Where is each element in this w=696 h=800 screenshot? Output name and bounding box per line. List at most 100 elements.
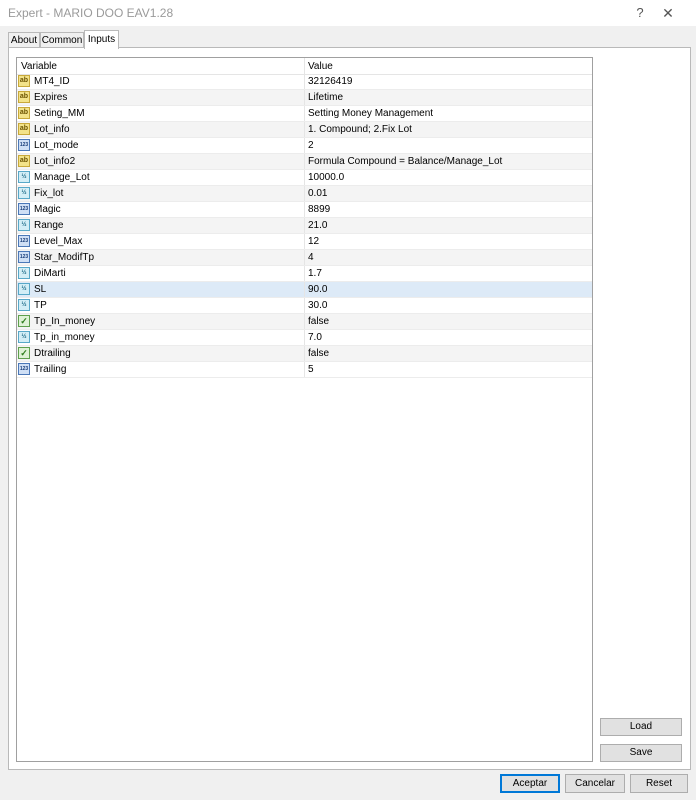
cell-divider [304, 106, 305, 121]
table-row[interactable]: 123 Level_Max 12 [17, 234, 592, 250]
table-row[interactable]: ½ Tp_in_money 7.0 [17, 330, 592, 346]
variable-name-cell: MT4_ID [34, 76, 70, 87]
cell-divider [304, 138, 305, 153]
double-icon: ½ [18, 267, 30, 279]
reset-button[interactable]: Reset [630, 774, 688, 793]
tab-common[interactable]: Common [40, 32, 84, 48]
value-cell[interactable]: Setting Money Management [308, 108, 433, 119]
load-button[interactable]: Load [600, 718, 682, 736]
value-cell[interactable]: 90.0 [308, 284, 327, 295]
variable-name-cell: Fix_lot [34, 188, 64, 199]
table-row[interactable]: ✓ Tp_In_money false [17, 314, 592, 330]
table-row[interactable]: 123 Trailing 5 [17, 362, 592, 378]
value-cell[interactable]: 4 [308, 252, 314, 263]
value-cell[interactable]: 8899 [308, 204, 330, 215]
variable-name-cell: Lot_mode [34, 140, 79, 151]
value-cell[interactable]: 12 [308, 236, 319, 247]
value-cell[interactable]: false [308, 316, 329, 327]
variable-name-cell: Star_ModifTp [34, 252, 95, 263]
string-icon: ab [18, 123, 30, 135]
help-button[interactable]: ? [630, 3, 650, 23]
variable-name-cell: Seting_MM [34, 108, 85, 119]
boolean-icon: ✓ [18, 315, 30, 327]
value-cell[interactable]: 1.7 [308, 268, 322, 279]
value-cell[interactable]: 2 [308, 140, 314, 151]
cell-divider [304, 330, 305, 345]
double-icon: ½ [18, 283, 30, 295]
cancel-button[interactable]: Cancelar [565, 774, 625, 793]
double-icon: ½ [18, 171, 30, 183]
grid-header: Variable Value [17, 58, 592, 75]
value-cell[interactable]: Lifetime [308, 92, 343, 103]
cell-divider [304, 282, 305, 297]
cell-divider [304, 362, 305, 377]
variable-name-cell: SL [34, 284, 47, 295]
string-icon: ab [18, 75, 30, 87]
table-row[interactable]: ½ TP 30.0 [17, 298, 592, 314]
accept-button[interactable]: Aceptar [500, 774, 560, 793]
save-button[interactable]: Save [600, 744, 682, 762]
tab-about[interactable]: About [8, 32, 40, 48]
cell-divider [304, 250, 305, 265]
variable-name-cell: DiMarti [34, 268, 66, 279]
cell-divider [304, 314, 305, 329]
value-cell[interactable]: Formula Compound = Balance/Manage_Lot [308, 156, 502, 167]
integer-icon: 123 [18, 203, 30, 215]
cell-divider [304, 170, 305, 185]
value-cell[interactable]: 1. Compound; 2.Fix Lot [308, 124, 412, 135]
variable-name-cell: Dtrailing [34, 348, 71, 359]
value-cell[interactable]: 30.0 [308, 300, 327, 311]
table-row[interactable]: ab Expires Lifetime [17, 90, 592, 106]
close-button[interactable]: ✕ [658, 3, 678, 23]
string-icon: ab [18, 107, 30, 119]
column-divider[interactable] [304, 58, 305, 74]
integer-icon: 123 [18, 139, 30, 151]
value-cell[interactable]: 0.01 [308, 188, 327, 199]
table-row[interactable]: ½ Range 21.0 [17, 218, 592, 234]
variable-name-cell: Level_Max [34, 236, 83, 247]
integer-icon: 123 [18, 235, 30, 247]
table-row[interactable]: ab MT4_ID 32126419 [17, 74, 592, 90]
table-row[interactable]: ½ SL 90.0 [17, 282, 592, 298]
table-row[interactable]: 123 Star_ModifTp 4 [17, 250, 592, 266]
cell-divider [304, 202, 305, 217]
variable-name-cell: Range [34, 220, 64, 231]
table-row[interactable]: ½ Fix_lot 0.01 [17, 186, 592, 202]
cell-divider [304, 346, 305, 361]
table-row[interactable]: ab Lot_info2 Formula Compound = Balance/Ma… [17, 154, 592, 170]
tab-inputs[interactable]: Inputs [84, 30, 119, 49]
table-row[interactable]: 123 Magic 8899 [17, 202, 592, 218]
variable-name-cell: Expires [34, 92, 68, 103]
variable-name-cell: Lot_info [34, 124, 70, 135]
double-icon: ½ [18, 331, 30, 343]
variable-name-cell: TP [34, 300, 47, 311]
boolean-icon: ✓ [18, 347, 30, 359]
grid-rows: ab MT4_ID 32126419 ab Expires Lifetime ab Setin… [17, 74, 592, 378]
variable-name-cell: Trailing [34, 364, 67, 375]
window-title: Expert - MARIO DOO EAV1.28 [8, 6, 174, 20]
variable-name-cell: Manage_Lot [34, 172, 90, 183]
value-cell[interactable]: 21.0 [308, 220, 327, 231]
double-icon: ½ [18, 299, 30, 311]
table-row[interactable]: ab Lot_info 1. Compound; 2.Fix Lot [17, 122, 592, 138]
variable-name-cell: Lot_info2 [34, 156, 76, 167]
table-row[interactable]: 123 Lot_mode 2 [17, 138, 592, 154]
cell-divider [304, 74, 305, 89]
column-header-variable[interactable]: Variable [21, 61, 57, 72]
title-bar: Expert - MARIO DOO EAV1.28 ? ✕ [0, 0, 696, 26]
value-cell[interactable]: 10000.0 [308, 172, 344, 183]
value-cell[interactable]: 32126419 [308, 76, 353, 87]
table-row[interactable]: ½ DiMarti 1.7 [17, 266, 592, 282]
value-cell[interactable]: false [308, 348, 329, 359]
column-header-value[interactable]: Value [308, 61, 333, 72]
string-icon: ab [18, 91, 30, 103]
cell-divider [304, 234, 305, 249]
table-row[interactable]: ab Seting_MM Setting Money Management [17, 106, 592, 122]
cell-divider [304, 122, 305, 137]
cell-divider [304, 186, 305, 201]
value-cell[interactable]: 7.0 [308, 332, 322, 343]
table-row[interactable]: ½ Manage_Lot 10000.0 [17, 170, 592, 186]
value-cell[interactable]: 5 [308, 364, 314, 375]
table-row[interactable]: ✓ Dtrailing false [17, 346, 592, 362]
cell-divider [304, 266, 305, 281]
